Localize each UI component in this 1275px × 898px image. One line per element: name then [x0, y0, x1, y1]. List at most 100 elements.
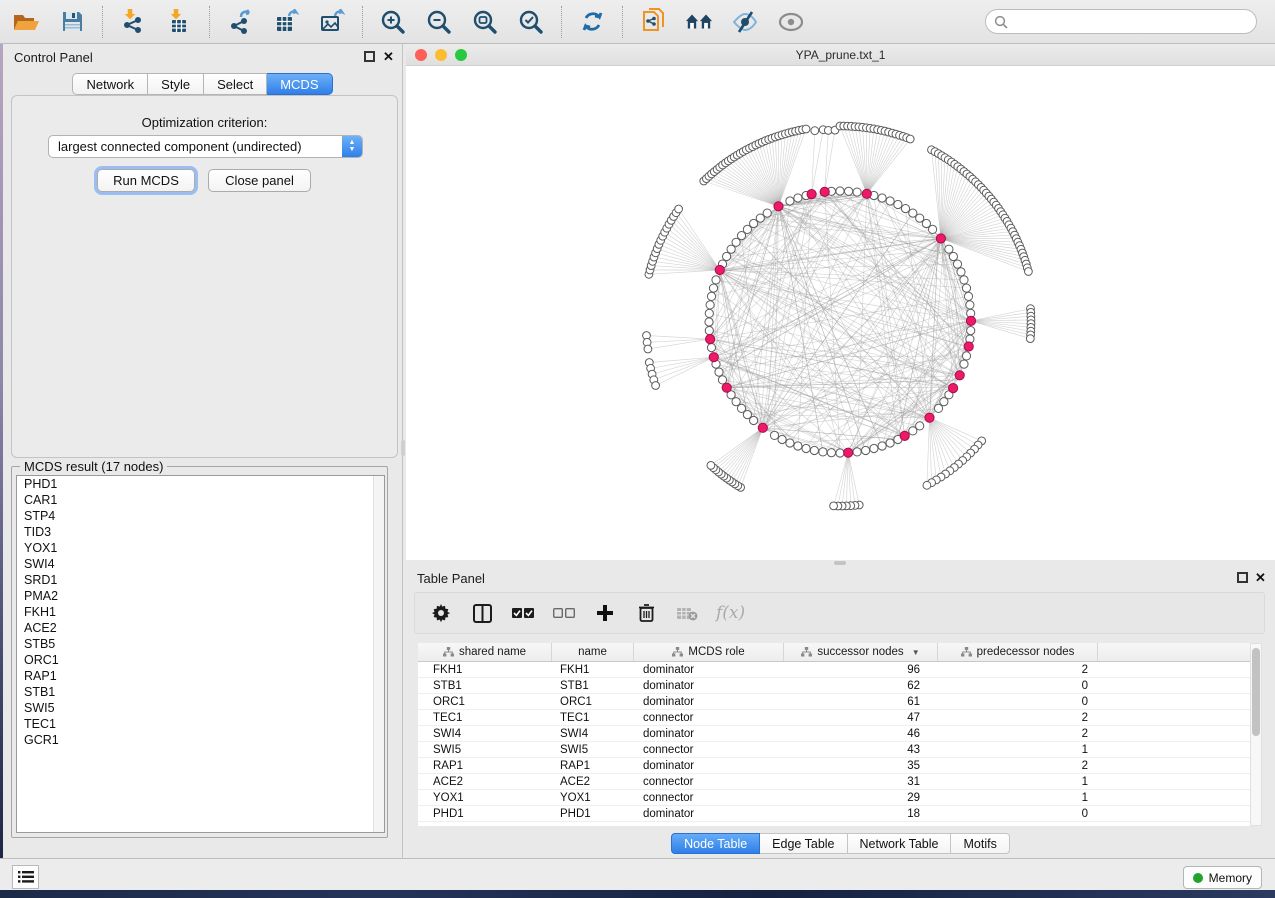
- graph-node[interactable]: [770, 431, 778, 439]
- graph-hub-node[interactable]: [722, 383, 731, 392]
- graph-hub-node[interactable]: [925, 413, 934, 422]
- graph-leaf-node[interactable]: [1026, 335, 1034, 343]
- graph-node[interactable]: [878, 194, 886, 202]
- network-graph[interactable]: [406, 66, 1275, 560]
- result-node-item[interactable]: CAR1: [17, 492, 384, 508]
- graph-hub-node[interactable]: [966, 316, 975, 325]
- graph-node[interactable]: [853, 188, 861, 196]
- delete-table-icon[interactable]: [675, 601, 699, 625]
- graph-hub-node[interactable]: [715, 265, 724, 274]
- result-node-item[interactable]: PMA2: [17, 588, 384, 604]
- graph-hub-node[interactable]: [758, 423, 767, 432]
- graph-leaf-node[interactable]: [802, 125, 810, 133]
- graph-node[interactable]: [962, 352, 970, 360]
- import-table-icon[interactable]: [165, 8, 193, 36]
- graph-hub-node[interactable]: [936, 234, 945, 243]
- graph-node[interactable]: [901, 205, 909, 213]
- graph-node[interactable]: [786, 197, 794, 205]
- graph-node[interactable]: [723, 252, 731, 260]
- graph-node[interactable]: [853, 448, 861, 456]
- result-node-item[interactable]: STB1: [17, 684, 384, 700]
- tab-edge-table[interactable]: Edge Table: [760, 833, 847, 854]
- graph-node[interactable]: [715, 368, 723, 376]
- graph-leaf-node[interactable]: [644, 345, 652, 353]
- graph-node[interactable]: [794, 442, 802, 450]
- graph-node[interactable]: [778, 435, 786, 443]
- float-panel-icon[interactable]: [364, 51, 375, 62]
- deselect-all-rows-icon[interactable]: [552, 601, 576, 625]
- result-node-item[interactable]: TEC1: [17, 716, 384, 732]
- table-row[interactable]: SWI5SWI5connector431: [418, 742, 1250, 758]
- graph-node[interactable]: [802, 444, 810, 452]
- network-window-titlebar[interactable]: YPA_prune.txt_1: [406, 44, 1275, 66]
- graph-node[interactable]: [810, 446, 818, 454]
- table-row[interactable]: TEC1TEC1connector472: [418, 710, 1250, 726]
- result-node-item[interactable]: GCR1: [17, 732, 384, 748]
- close-panel-icon[interactable]: ✕: [383, 49, 394, 65]
- graph-node[interactable]: [878, 442, 886, 450]
- tab-motifs[interactable]: Motifs: [951, 833, 1009, 854]
- graph-leaf-node[interactable]: [811, 127, 819, 135]
- table-row[interactable]: YOX1YOX1connector291: [418, 790, 1250, 806]
- select-all-rows-icon[interactable]: [511, 601, 535, 625]
- column-header-shared-name[interactable]: shared name: [418, 643, 552, 661]
- graph-node[interactable]: [794, 194, 802, 202]
- graph-hub-node[interactable]: [774, 202, 783, 211]
- result-node-item[interactable]: STP4: [17, 508, 384, 524]
- result-node-item[interactable]: ORC1: [17, 652, 384, 668]
- refresh-layout-icon[interactable]: [578, 8, 606, 36]
- table-settings-icon[interactable]: [429, 601, 453, 625]
- result-node-item[interactable]: STB5: [17, 636, 384, 652]
- graph-hub-node[interactable]: [900, 431, 909, 440]
- result-node-item[interactable]: SWI4: [17, 556, 384, 572]
- graph-node[interactable]: [706, 301, 714, 309]
- graph-node[interactable]: [827, 449, 835, 457]
- graph-hub-node[interactable]: [820, 187, 829, 196]
- graph-node[interactable]: [886, 197, 894, 205]
- import-network-icon[interactable]: [119, 8, 147, 36]
- table-row[interactable]: SWI4SWI4dominator462: [418, 726, 1250, 742]
- criterion-select[interactable]: largest connected component (undirected)…: [48, 135, 363, 158]
- graph-node[interactable]: [845, 187, 853, 195]
- graph-leaf-node[interactable]: [830, 502, 838, 510]
- zoom-fit-icon[interactable]: [471, 8, 499, 36]
- graph-node[interactable]: [962, 284, 970, 292]
- graph-node[interactable]: [705, 318, 713, 326]
- table-scrollbar-thumb[interactable]: [1252, 648, 1260, 736]
- tab-mcds[interactable]: MCDS: [267, 73, 332, 95]
- graph-leaf-node[interactable]: [675, 205, 683, 213]
- hide-selected-icon[interactable]: [731, 8, 759, 36]
- mcds-result-list[interactable]: PHD1CAR1STP4TID3YOX1SWI4SRD1PMA2FKH1ACE2…: [16, 475, 385, 833]
- table-row[interactable]: STB1STB1dominator620: [418, 678, 1250, 694]
- graph-node[interactable]: [934, 404, 942, 412]
- graph-hub-node[interactable]: [964, 342, 973, 351]
- graph-leaf-node[interactable]: [923, 481, 931, 489]
- delete-column-icon[interactable]: [634, 601, 658, 625]
- graph-node[interactable]: [705, 309, 713, 317]
- result-node-item[interactable]: SWI5: [17, 700, 384, 716]
- zoom-in-icon[interactable]: [379, 8, 407, 36]
- tab-node-table[interactable]: Node Table: [671, 833, 760, 854]
- graph-node[interactable]: [718, 376, 726, 384]
- result-node-item[interactable]: TID3: [17, 524, 384, 540]
- graph-node[interactable]: [957, 268, 965, 276]
- graph-hub-node[interactable]: [706, 335, 715, 344]
- graph-node[interactable]: [953, 260, 961, 268]
- graph-hub-node[interactable]: [862, 189, 871, 198]
- graph-node[interactable]: [945, 245, 953, 253]
- table-row[interactable]: PHD1PHD1dominator180: [418, 806, 1250, 822]
- graph-leaf-node[interactable]: [1025, 268, 1033, 276]
- float-table-panel-icon[interactable]: [1237, 572, 1248, 583]
- table-row[interactable]: ORC1ORC1dominator610: [418, 694, 1250, 710]
- tab-select[interactable]: Select: [204, 73, 267, 95]
- graph-node[interactable]: [949, 252, 957, 260]
- close-table-panel-icon[interactable]: ✕: [1255, 570, 1266, 586]
- save-session-icon[interactable]: [58, 8, 86, 36]
- zoom-out-icon[interactable]: [425, 8, 453, 36]
- result-list-scrollbar[interactable]: [373, 476, 384, 832]
- graph-node[interactable]: [909, 427, 917, 435]
- graph-hub-node[interactable]: [807, 190, 816, 199]
- table-row[interactable]: FKH1FKH1dominator962: [418, 662, 1250, 678]
- result-node-item[interactable]: PHD1: [17, 476, 384, 492]
- graph-node[interactable]: [964, 292, 972, 300]
